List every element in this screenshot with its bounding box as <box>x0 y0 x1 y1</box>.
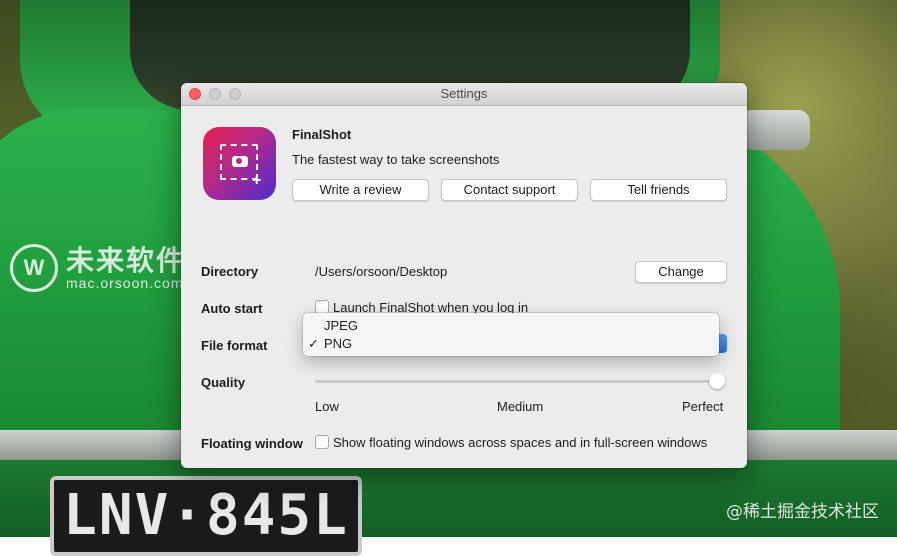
zoom-window-button[interactable] <box>229 88 241 100</box>
menu-item-label: JPEG <box>324 318 358 333</box>
change-directory-button[interactable]: Change <box>635 261 727 283</box>
quality-tick-low: Low <box>315 399 339 414</box>
tell-friends-button[interactable]: Tell friends <box>590 179 727 201</box>
minimize-window-button[interactable] <box>209 88 221 100</box>
menu-item-label: PNG <box>324 336 353 351</box>
directory-label: Directory <box>201 264 259 279</box>
floating-window-label: Floating window <box>201 436 303 451</box>
directory-path: /Users/orsoon/Desktop <box>315 264 448 279</box>
quality-slider-thumb[interactable] <box>709 373 725 389</box>
title-bar[interactable]: Settings <box>181 83 747 106</box>
quality-tick-medium: Medium <box>497 399 544 414</box>
quality-slider-track[interactable] <box>315 380 725 383</box>
contact-support-button[interactable]: Contact support <box>441 179 578 201</box>
auto-start-checkbox[interactable] <box>315 300 329 314</box>
license-plate: LNV·845L <box>50 476 362 556</box>
quality-tick-perfect: Perfect <box>682 399 724 414</box>
file-format-popup-menu: JPEG ✓ PNG <box>303 313 719 356</box>
floating-window-checkbox-text[interactable]: Show floating windows across spaces and … <box>333 435 707 450</box>
menu-item-jpeg[interactable]: JPEG <box>303 317 719 335</box>
camera-icon <box>232 156 248 167</box>
close-window-button[interactable] <box>189 88 201 100</box>
app-name: FinalShot <box>292 127 352 142</box>
auto-start-label: Auto start <box>201 301 263 316</box>
finalshot-app-icon: + <box>203 127 276 200</box>
watermark-credit: @稀土掘金技术社区 <box>726 502 879 522</box>
watermark-logo-icon: W <box>10 244 58 292</box>
car-taillight <box>740 110 810 150</box>
window-title: Settings <box>440 86 488 101</box>
floating-window-checkbox[interactable] <box>315 435 329 449</box>
checkmark-icon: ✓ <box>308 336 319 351</box>
settings-window: Settings + FinalShot The fastest way to … <box>181 83 747 468</box>
menu-item-png[interactable]: ✓ PNG <box>303 335 719 353</box>
app-tagline: The fastest way to take screenshots <box>292 152 500 167</box>
write-review-button[interactable]: Write a review <box>292 179 429 201</box>
file-format-label: File format <box>201 338 268 353</box>
plus-icon: + <box>252 172 262 189</box>
quality-label: Quality <box>201 375 246 390</box>
traffic-lights <box>189 88 241 100</box>
